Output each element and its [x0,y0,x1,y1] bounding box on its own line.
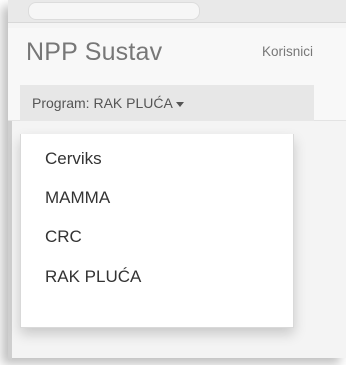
nav-link-korisnici[interactable]: Korisnici [262,44,313,59]
menu-item-cerviks[interactable]: Cerviks [21,144,293,174]
program-dropdown-label: Program: RAK PLUĆA [32,95,173,111]
browser-top-strip [8,0,346,23]
brand-title[interactable]: NPP Sustav [26,38,162,67]
menu-item-rak-pluca[interactable]: RAK PLUĆA [21,262,293,292]
menu-item-mamma[interactable]: MAMMA [21,183,293,213]
program-dropdown-toggle[interactable]: Program: RAK PLUĆA [20,85,314,121]
menu-item-crc[interactable]: CRC [21,222,293,252]
address-bar[interactable] [28,2,200,20]
left-edge [8,120,12,360]
caret-down-icon [175,101,184,107]
program-dropdown-menu: Cerviks MAMMA CRC RAK PLUĆA [20,134,294,328]
